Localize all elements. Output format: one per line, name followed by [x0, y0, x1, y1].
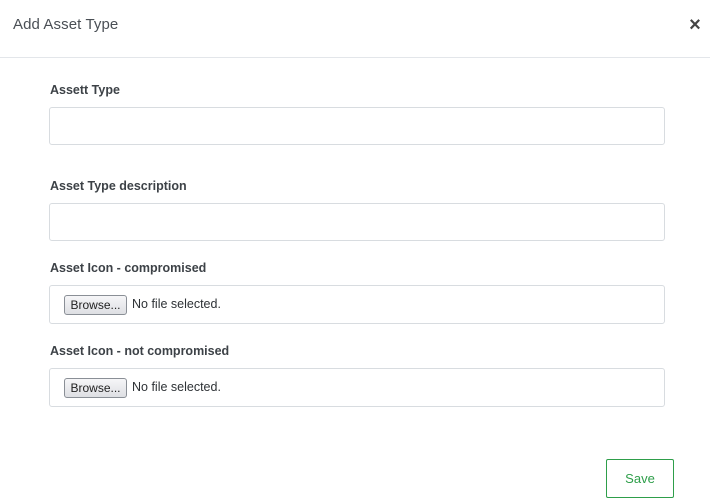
asset-icon-compromised-label: Asset Icon - compromised	[50, 261, 207, 275]
asset-icon-not-compromised-label: Asset Icon - not compromised	[50, 344, 230, 358]
file-status-compromised: No file selected.	[132, 297, 221, 311]
close-icon[interactable]: ×	[686, 14, 704, 36]
file-status-not-compromised: No file selected.	[132, 380, 221, 394]
modal-title: Add Asset Type	[13, 16, 119, 33]
add-asset-type-modal: Add Asset Type × Assett Type Asset Type …	[0, 0, 710, 504]
asset-type-label: Assett Type	[50, 83, 120, 97]
asset-type-input[interactable]	[49, 107, 665, 145]
asset-type-description-input[interactable]	[49, 203, 665, 241]
modal-header: Add Asset Type ×	[0, 0, 710, 58]
asset-type-description-label: Asset Type description	[50, 179, 187, 193]
asset-icon-not-compromised-file-input[interactable]: Browse... No file selected.	[49, 368, 665, 407]
asset-icon-compromised-file-input[interactable]: Browse... No file selected.	[49, 285, 665, 324]
save-button[interactable]: Save	[606, 459, 674, 498]
browse-button-compromised[interactable]: Browse...	[64, 295, 127, 315]
browse-button-not-compromised[interactable]: Browse...	[64, 378, 127, 398]
